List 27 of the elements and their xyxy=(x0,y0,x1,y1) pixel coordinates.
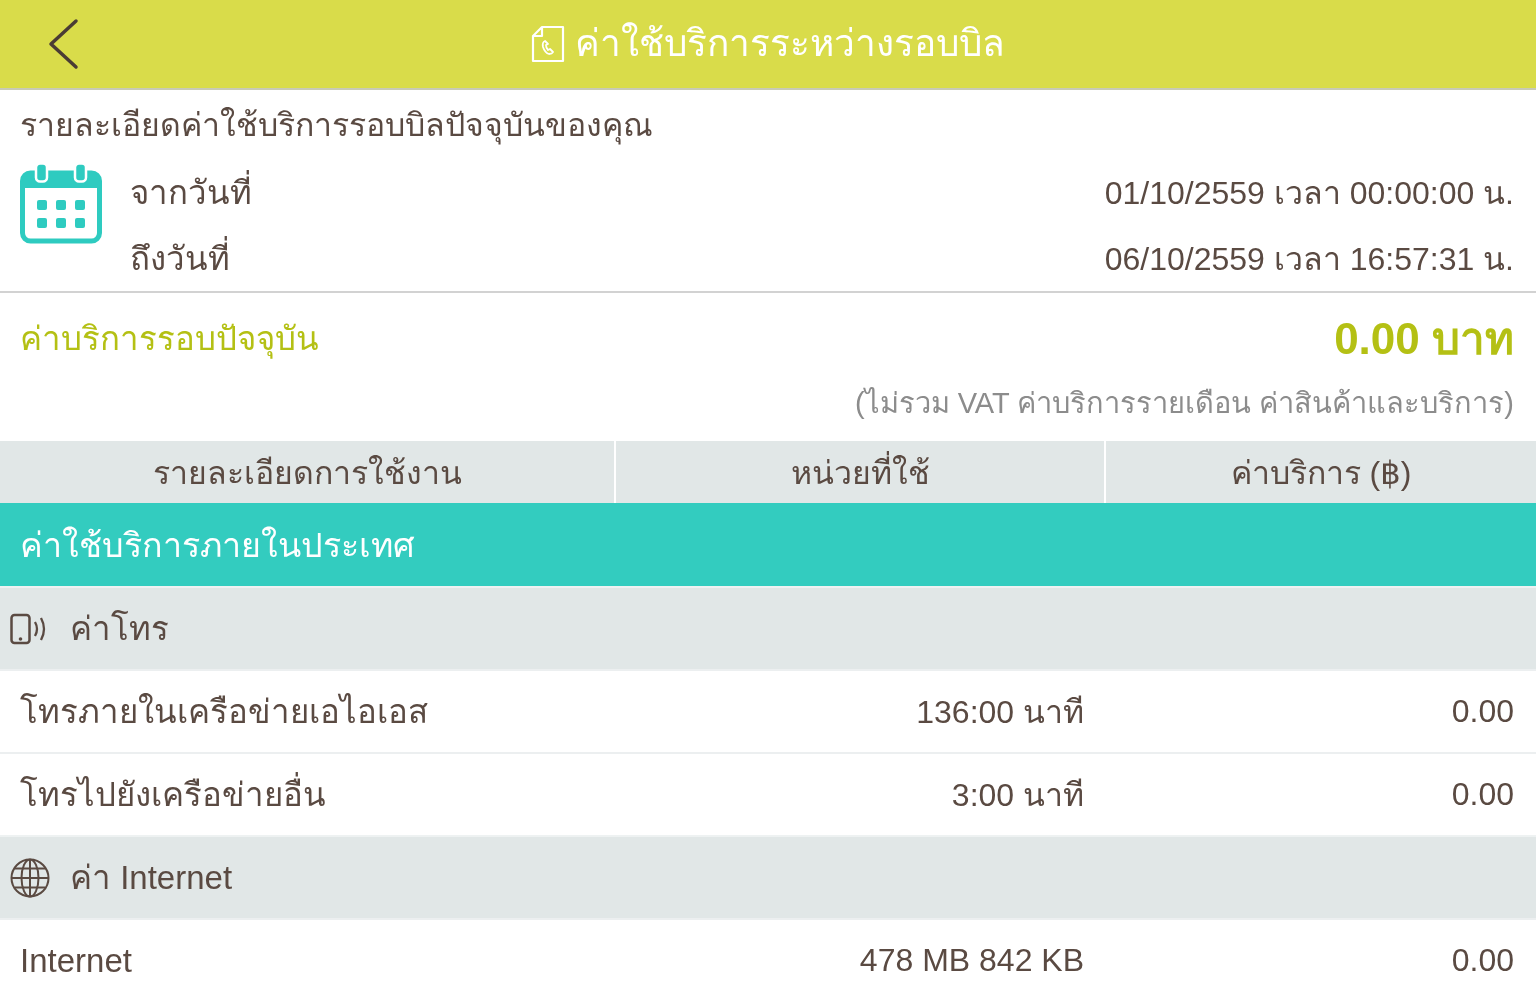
table-cell-text: โทรภายในเครือข่ายเอไอเอส xyxy=(20,692,428,732)
group-title: ค่า Internet xyxy=(70,858,233,898)
table-cell: 0.00 xyxy=(1451,942,1514,979)
table-cell: Internet xyxy=(20,941,132,980)
amount-note: (ไม่รวม VAT ค่าบริการรายเดือน ค่าสินค้าและบริการ) xyxy=(854,386,1514,421)
table-cell: 478 MB 842 KB xyxy=(859,942,1084,979)
section-heading: รายละเอียดค่าใช้บริการรอบบิลปัจจุบันของคุณ xyxy=(20,106,653,147)
calendar-icon xyxy=(20,162,102,244)
column-header: รายละเอียดการใช้งาน xyxy=(152,453,462,493)
globe-icon xyxy=(10,857,50,898)
document-phone-icon xyxy=(531,25,565,63)
date-label: จากวันที่ xyxy=(130,165,252,219)
date-value: 06/10/2559 เวลา 16:57:31 น. xyxy=(1104,239,1514,279)
page-title: ค่าใช้บริการระหว่างรอบบิล xyxy=(575,21,1005,66)
column-header: หน่วยที่ใช้ xyxy=(790,446,930,498)
table-cell: โทรไปยังเครือข่ายอื่น xyxy=(20,768,326,821)
summary-label: ค่าบริการรอบปัจจุบัน xyxy=(20,318,319,361)
category-title: ค่าใช้บริการภายในประเทศ xyxy=(20,524,415,566)
table-cell: 0.00 xyxy=(1451,776,1514,813)
table-cell-text: 136:00 นาที xyxy=(916,693,1084,732)
column-header: ค่าบริการ (฿) xyxy=(1230,453,1412,493)
table-cell-text: 3:00 นาที xyxy=(951,776,1084,815)
group-title: ค่าโทร xyxy=(70,609,169,649)
date-value: 01/10/2559 เวลา 00:00:00 น. xyxy=(1104,173,1514,213)
total-amount: 0.00 บาท xyxy=(1334,313,1514,365)
table-cell: 0.00 xyxy=(1451,693,1514,730)
date-label: ถึงวันที่ xyxy=(130,231,252,285)
